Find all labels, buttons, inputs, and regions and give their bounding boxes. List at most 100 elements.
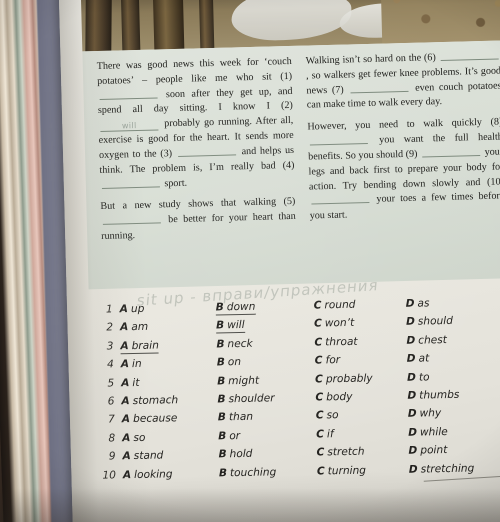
gap-blank[interactable] bbox=[177, 154, 236, 157]
option-choice-c[interactable]: Cprobably bbox=[315, 371, 407, 385]
option-letter: D bbox=[407, 389, 417, 402]
gap-blank[interactable] bbox=[350, 90, 409, 94]
gap-blank[interactable] bbox=[309, 143, 368, 146]
gap-blank[interactable] bbox=[440, 58, 499, 62]
option-choice-d[interactable]: Dpoint bbox=[408, 443, 500, 457]
option-word: point bbox=[420, 444, 448, 457]
option-word: so bbox=[133, 431, 146, 444]
option-choice-c[interactable]: Cwon’t bbox=[314, 316, 406, 330]
option-word: hold bbox=[229, 447, 253, 461]
gap-blank[interactable] bbox=[102, 222, 161, 226]
option-word: am bbox=[131, 321, 149, 334]
option-letter: A bbox=[122, 468, 132, 481]
option-choice-d[interactable]: Dstretching bbox=[409, 461, 500, 475]
option-letter: D bbox=[405, 297, 415, 310]
option-choice-b[interactable]: Bwill bbox=[215, 318, 314, 334]
option-letter: A bbox=[121, 395, 130, 408]
option-word: it bbox=[132, 376, 140, 389]
option-word: because bbox=[132, 412, 178, 426]
option-letter: A bbox=[120, 339, 129, 353]
option-choice-a[interactable]: Ain bbox=[120, 357, 217, 371]
option-letter: A bbox=[120, 358, 130, 371]
option-choice-d[interactable]: Dwhy bbox=[408, 406, 500, 420]
option-word: probably bbox=[325, 372, 373, 385]
gap-blank[interactable] bbox=[311, 202, 370, 205]
option-choice-c[interactable]: Cif bbox=[316, 427, 408, 441]
option-choice-d[interactable]: Das bbox=[405, 296, 500, 310]
option-word: neck bbox=[227, 337, 253, 351]
option-word: will bbox=[227, 319, 245, 332]
gap-blank[interactable] bbox=[422, 155, 481, 158]
tree-trunk bbox=[120, 0, 141, 52]
option-choice-b[interactable]: Bhold bbox=[218, 447, 316, 461]
tree-trunk bbox=[198, 0, 215, 52]
option-choice-d[interactable]: Dshould bbox=[406, 314, 500, 328]
option-word: if bbox=[326, 427, 334, 441]
option-number: 1 bbox=[105, 303, 113, 316]
option-choice-c[interactable]: Cround bbox=[314, 298, 406, 312]
option-letter: B bbox=[216, 356, 225, 369]
option-word: chest bbox=[418, 333, 448, 347]
option-word: throat bbox=[325, 335, 358, 349]
option-number: 8 bbox=[108, 432, 116, 445]
option-letter: C bbox=[314, 372, 324, 386]
option-choice-b[interactable]: Bneck bbox=[216, 336, 314, 351]
snow-patch bbox=[420, 0, 492, 1]
filled-blank[interactable]: will bbox=[100, 121, 159, 133]
option-letter: C bbox=[314, 354, 323, 367]
option-letter: A bbox=[122, 431, 131, 445]
reading-paragraph: But a new study shows that walking (5) b… bbox=[100, 196, 296, 243]
option-choice-a[interactable]: Aam bbox=[120, 320, 216, 334]
option-choice-d[interactable]: Dwhile bbox=[408, 425, 500, 439]
option-choice-d[interactable]: Dchest bbox=[406, 333, 500, 347]
option-word: than bbox=[228, 411, 254, 424]
option-choice-b[interactable]: Bshoulder bbox=[217, 392, 315, 405]
option-choice-a[interactable]: Ait bbox=[121, 375, 217, 389]
option-choice-a[interactable]: Abecause bbox=[122, 412, 218, 426]
option-choice-a[interactable]: Astomach bbox=[121, 393, 217, 407]
option-word: up bbox=[130, 302, 145, 316]
option-choice-c[interactable]: Cfor bbox=[314, 353, 407, 367]
option-choice-b[interactable]: Btouching bbox=[219, 465, 317, 479]
option-choice-c[interactable]: Cthroat bbox=[314, 335, 406, 349]
option-choice-c[interactable]: Cstretch bbox=[316, 445, 408, 459]
option-word: on bbox=[227, 356, 242, 369]
option-letter: D bbox=[408, 426, 418, 439]
option-choice-d[interactable]: Dto bbox=[406, 370, 500, 384]
option-word: won’t bbox=[324, 317, 355, 330]
option-choice-a[interactable]: Aso bbox=[122, 430, 218, 444]
option-letter: B bbox=[216, 338, 225, 351]
tree-trunk bbox=[152, 0, 185, 52]
option-number: 2 bbox=[106, 321, 114, 334]
option-number: 6 bbox=[107, 395, 115, 408]
option-letter: B bbox=[215, 319, 225, 332]
option-letter: D bbox=[406, 371, 417, 384]
option-choice-b[interactable]: Bon bbox=[216, 355, 315, 369]
option-choice-a[interactable]: Alooking bbox=[123, 467, 219, 481]
option-word: stand bbox=[133, 449, 164, 463]
option-choice-b[interactable]: Bdown bbox=[215, 300, 314, 316]
option-letter: D bbox=[408, 463, 418, 476]
gap-blank[interactable] bbox=[101, 186, 160, 189]
option-letter: A bbox=[119, 321, 129, 334]
fallen-leaves bbox=[380, 0, 500, 44]
option-word: looking bbox=[133, 467, 173, 481]
option-choice-b[interactable]: Bmight bbox=[217, 373, 315, 387]
option-choice-a[interactable]: Abrain bbox=[120, 338, 216, 355]
option-choice-c[interactable]: Cturning bbox=[317, 463, 409, 477]
option-choice-c[interactable]: Cso bbox=[316, 408, 408, 421]
gap-blank[interactable] bbox=[99, 97, 158, 100]
option-word: stretching bbox=[420, 462, 475, 476]
workbook-page: There was good news this week for ‘couch… bbox=[58, 0, 500, 522]
option-letter: D bbox=[406, 352, 416, 365]
option-choice-a[interactable]: Aup bbox=[120, 301, 216, 315]
option-choice-c[interactable]: Cbody bbox=[315, 390, 407, 404]
option-choice-a[interactable]: Astand bbox=[122, 449, 218, 463]
option-choice-b[interactable]: Bor bbox=[218, 428, 316, 442]
option-choice-d[interactable]: Dat bbox=[407, 351, 500, 365]
option-choice-d[interactable]: Dthumbs bbox=[407, 388, 500, 402]
option-choice-b[interactable]: Bthan bbox=[218, 410, 316, 424]
reading-paragraph: There was good news this week for ‘couch… bbox=[96, 55, 295, 190]
multiple-choice-options: 1 Aup Bdown Cround Das 2 Aam Bwill Cwon’t Dshould… bbox=[86, 296, 500, 488]
option-letter: C bbox=[316, 464, 325, 478]
